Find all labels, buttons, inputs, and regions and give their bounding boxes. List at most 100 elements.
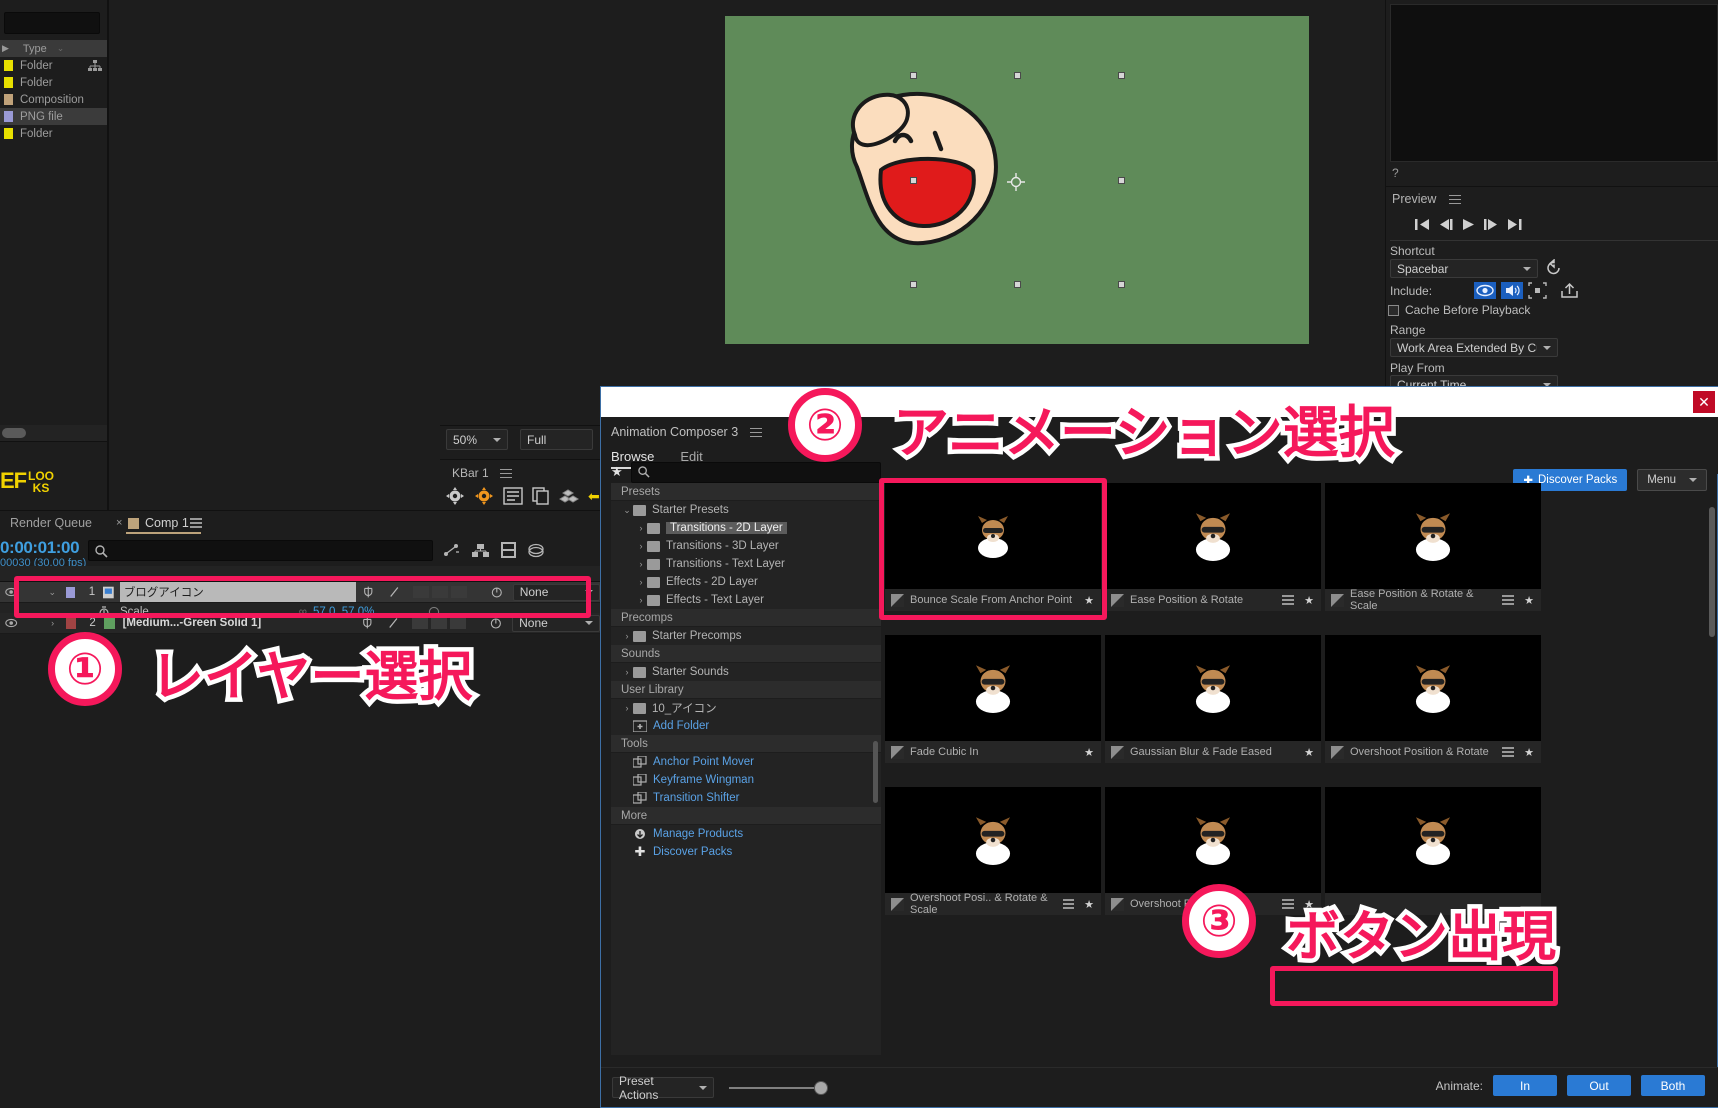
tab-render-queue[interactable]: Render Queue bbox=[10, 516, 92, 530]
favorite-star-icon[interactable]: ★ bbox=[1304, 746, 1314, 759]
tree-action-manage-products[interactable]: Manage Products bbox=[611, 825, 881, 843]
cubes-icon[interactable] bbox=[559, 487, 579, 505]
tree-folder-effects-2d[interactable]: › Effects - 2D Layer bbox=[611, 573, 881, 591]
tree-folder-transitions-text[interactable]: › Transitions - Text Layer bbox=[611, 555, 881, 573]
selection-handle[interactable] bbox=[1118, 281, 1125, 288]
project-row[interactable]: Composition bbox=[0, 91, 107, 108]
layer-name[interactable]: [Medium...-Green Solid 1] bbox=[123, 617, 355, 629]
arrow-left-icon[interactable]: ⬅ bbox=[588, 488, 600, 505]
export-icon[interactable] bbox=[1560, 282, 1579, 299]
selection-handle[interactable] bbox=[910, 72, 917, 79]
preview-menu-icon[interactable] bbox=[1448, 194, 1461, 205]
kbar-menu-icon[interactable] bbox=[500, 468, 513, 479]
tree-folder-starter-presets[interactable]: ⌄ Starter Presets bbox=[611, 501, 881, 519]
animate-both-button[interactable]: Both bbox=[1641, 1075, 1705, 1096]
cache-checkbox[interactable] bbox=[1388, 304, 1399, 316]
expand-arrow-icon[interactable]: ⌄ bbox=[47, 587, 58, 598]
tree-tool-keyframe-wingman[interactable]: Keyframe Wingman bbox=[611, 771, 881, 789]
range-select[interactable]: Work Area Extended By Current... bbox=[1390, 338, 1558, 357]
transform-icon[interactable] bbox=[387, 616, 400, 630]
eye-icon[interactable] bbox=[1474, 282, 1496, 299]
preset-card-1[interactable]: Ease Position & Rotate ★ bbox=[1105, 483, 1321, 611]
project-search-input[interactable] bbox=[4, 12, 100, 34]
project-row[interactable]: Folder bbox=[0, 74, 107, 91]
layer-label-swatch[interactable] bbox=[65, 586, 76, 598]
close-icon[interactable]: × bbox=[116, 517, 122, 529]
graph-editor-icon[interactable] bbox=[443, 543, 460, 558]
layer-row-2[interactable]: › 2 [Medium...-Green Solid 1] None bbox=[0, 613, 600, 634]
project-row-selected[interactable]: PNG file bbox=[0, 108, 107, 125]
play-icon[interactable] bbox=[1461, 218, 1476, 231]
resolution-select[interactable]: Full bbox=[520, 429, 593, 450]
chevron-right-icon[interactable]: › bbox=[621, 667, 633, 677]
layers-stack-icon[interactable] bbox=[528, 542, 544, 558]
region-of-interest-icon[interactable] bbox=[1528, 282, 1547, 299]
favorite-star-icon[interactable]: ★ bbox=[1084, 898, 1094, 911]
layer-name[interactable]: ブログアイコン bbox=[119, 582, 356, 602]
animate-in-button[interactable]: In bbox=[1493, 1075, 1557, 1096]
chevron-right-icon[interactable]: › bbox=[635, 577, 647, 587]
chevron-right-icon[interactable]: › bbox=[635, 541, 647, 551]
gear-icon[interactable] bbox=[445, 486, 465, 506]
audio-icon[interactable] bbox=[1501, 282, 1523, 299]
chevron-right-icon[interactable]: › bbox=[635, 523, 647, 533]
list-icon[interactable] bbox=[503, 487, 523, 505]
first-frame-icon[interactable] bbox=[1415, 218, 1430, 231]
favorite-star-icon[interactable]: ★ bbox=[1084, 746, 1094, 759]
favorite-star-icon[interactable]: ★ bbox=[1084, 594, 1094, 607]
chevron-right-icon[interactable]: › bbox=[635, 559, 647, 569]
tree-folder-user-icons[interactable]: › 10_アイコン bbox=[611, 699, 881, 717]
cache-before-playback-row[interactable]: Cache Before Playback bbox=[1388, 303, 1530, 317]
help-glyph[interactable]: ? bbox=[1392, 166, 1399, 180]
parent-link-icon[interactable] bbox=[491, 586, 503, 599]
selection-handle[interactable] bbox=[1118, 72, 1125, 79]
film-icon[interactable] bbox=[501, 542, 516, 558]
tree-tool-transition-shifter[interactable]: Transition Shifter bbox=[611, 789, 881, 807]
timeline-menu-icon[interactable] bbox=[190, 518, 202, 528]
expand-arrow-icon[interactable]: › bbox=[47, 618, 58, 628]
tree-folder-starter-sounds[interactable]: › Starter Sounds bbox=[611, 663, 881, 681]
parent-link-icon[interactable] bbox=[490, 617, 502, 630]
preset-actions-select[interactable]: Preset Actions bbox=[612, 1074, 714, 1102]
pin-icon[interactable] bbox=[362, 585, 375, 599]
preset-card-5[interactable]: Overshoot Position & Rotate ★ bbox=[1325, 635, 1541, 763]
transform-icon[interactable] bbox=[388, 585, 401, 599]
chevron-right-icon[interactable]: › bbox=[621, 631, 633, 641]
project-row[interactable]: Folder bbox=[0, 125, 107, 142]
current-timecode[interactable]: 0:00:01:00 bbox=[0, 538, 80, 558]
preset-card-3[interactable]: Fade Cubic In ★ bbox=[885, 635, 1101, 763]
tree-action-discover-packs[interactable]: ✚ Discover Packs bbox=[611, 843, 881, 861]
hierarchy-icon[interactable] bbox=[88, 60, 102, 72]
selection-handle[interactable] bbox=[1118, 177, 1125, 184]
preset-card-2[interactable]: Ease Position & Rotate & Scale ★ bbox=[1325, 483, 1541, 612]
last-frame-icon[interactable] bbox=[1507, 218, 1522, 231]
tree-tool-anchor-point-mover[interactable]: Anchor Point Mover bbox=[611, 753, 881, 771]
favorite-star-icon[interactable]: ★ bbox=[1524, 594, 1534, 607]
composition-canvas[interactable] bbox=[725, 16, 1309, 344]
chevron-down-icon[interactable]: ⌄ bbox=[621, 505, 633, 516]
tree-folder-starter-precomps[interactable]: › Starter Precomps bbox=[611, 627, 881, 645]
chevron-right-icon[interactable]: › bbox=[635, 595, 647, 605]
chevron-right-icon[interactable]: › bbox=[621, 703, 633, 713]
pin-icon[interactable] bbox=[361, 616, 374, 630]
timeline-search-input[interactable] bbox=[88, 540, 433, 561]
panel-menu-icon[interactable] bbox=[749, 427, 762, 438]
zoom-level-select[interactable]: 50% bbox=[446, 429, 508, 450]
favorites-star-icon[interactable]: ★ bbox=[611, 464, 623, 480]
preset-menu-icon[interactable] bbox=[1063, 899, 1075, 909]
reset-icon[interactable] bbox=[1546, 259, 1562, 275]
preset-menu-icon[interactable] bbox=[1282, 595, 1295, 605]
parent-select-layer-2[interactable]: None bbox=[512, 614, 600, 632]
selection-handle[interactable] bbox=[910, 281, 917, 288]
selection-handle[interactable] bbox=[1014, 72, 1021, 79]
favorite-star-icon[interactable]: ★ bbox=[1304, 594, 1314, 607]
composition-mini-flowchart-icon[interactable] bbox=[472, 543, 489, 558]
menu-button[interactable]: Menu bbox=[1637, 469, 1707, 491]
tab-comp-1[interactable]: × Comp 1 bbox=[110, 512, 202, 534]
preset-card-4[interactable]: Gaussian Blur & Fade Eased ★ bbox=[1105, 635, 1321, 763]
eye-icon[interactable] bbox=[4, 584, 18, 600]
ac-search-input[interactable] bbox=[630, 461, 881, 483]
previous-frame-icon[interactable] bbox=[1438, 218, 1453, 231]
copy-icon[interactable] bbox=[532, 487, 550, 505]
animate-out-button[interactable]: Out bbox=[1567, 1075, 1631, 1096]
